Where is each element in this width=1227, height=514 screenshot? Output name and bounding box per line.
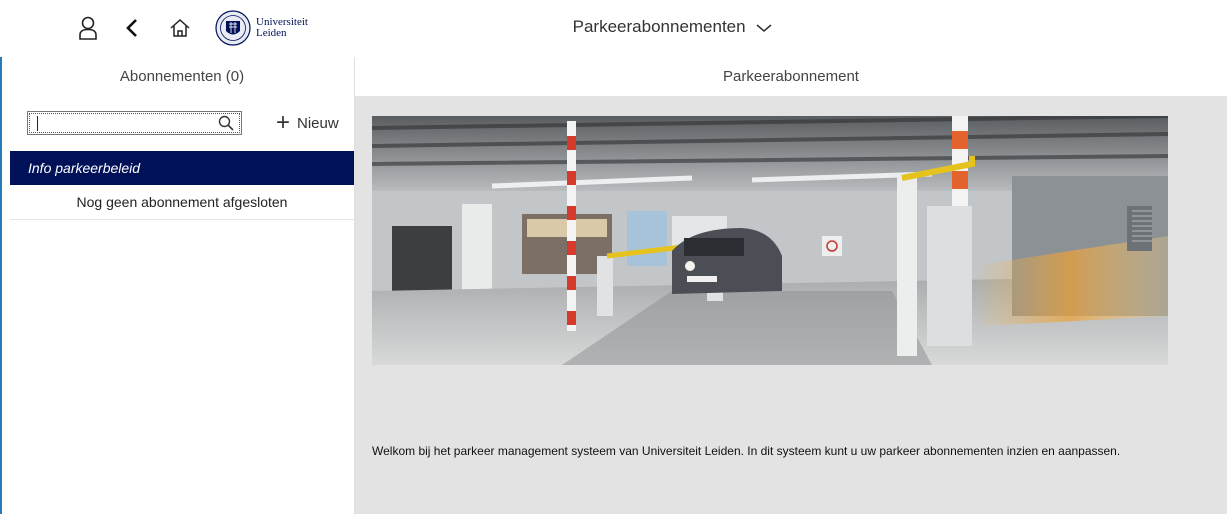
- top-bar: Universiteit Leiden Parkeerabonnementen: [0, 0, 1227, 57]
- list-item-info-parking-policy[interactable]: Info parkeerbeleid: [10, 151, 354, 185]
- text-cursor: [37, 116, 38, 131]
- subscriptions-header: Abonnementen (0): [119, 68, 245, 85]
- app-title-dropdown[interactable]: Parkeerabonnementen: [0, 17, 1227, 38]
- app-title: Parkeerabonnementen: [572, 17, 746, 36]
- welcome-text: Welkom bij het parkeer management systee…: [372, 444, 1121, 458]
- plus-icon: +: [276, 109, 291, 136]
- list-item-label: Nog geen abonnement afgesloten: [76, 194, 288, 210]
- search-icon[interactable]: [218, 115, 234, 136]
- parking-garage-image: [372, 116, 1168, 365]
- detail-header: Parkeerabonnement: [723, 68, 859, 85]
- chevron-down-icon: [756, 18, 772, 38]
- search-input[interactable]: [27, 111, 242, 135]
- list-item-label: Info parkeerbeleid: [28, 160, 141, 176]
- new-button-label: Nieuw: [297, 114, 339, 132]
- list-item-empty-state: Nog geen abonnement afgesloten: [10, 185, 354, 220]
- new-subscription-button[interactable]: + Nieuw: [276, 109, 339, 136]
- detail-content: Welkom bij het parkeer management systee…: [355, 96, 1227, 514]
- window-edge: [0, 0, 2, 514]
